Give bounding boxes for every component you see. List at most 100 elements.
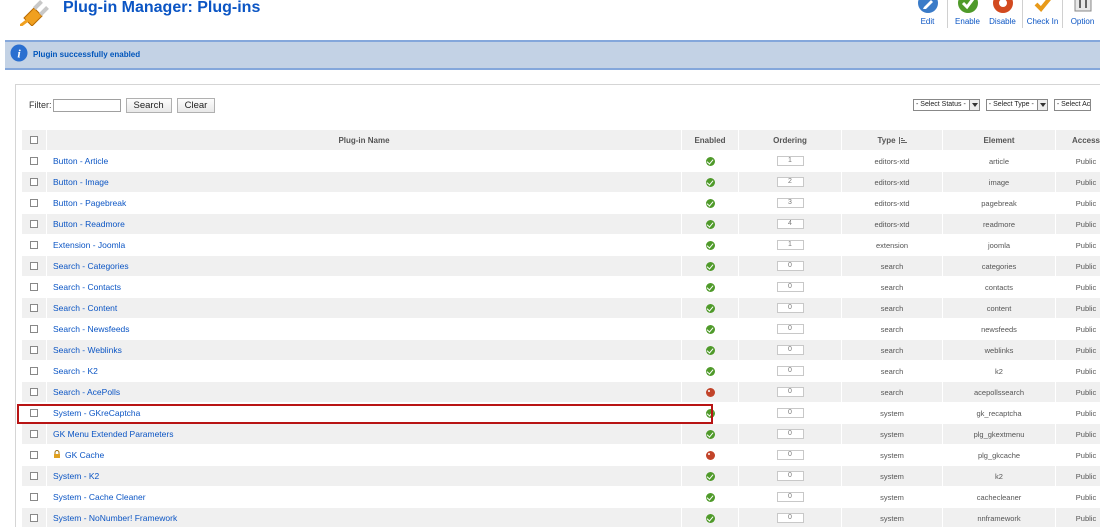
disable-button[interactable]: Disable — [985, 0, 1020, 30]
column-header-ordering[interactable]: Ordering — [739, 130, 841, 150]
check-in-button[interactable]: Check In — [1025, 0, 1060, 30]
search-button[interactable]: Search — [125, 97, 172, 113]
row-checkbox[interactable] — [30, 430, 38, 438]
row-checkbox[interactable] — [30, 220, 38, 228]
row-checkbox[interactable] — [30, 178, 38, 186]
row-checkbox[interactable] — [30, 493, 38, 501]
enabled-check-icon[interactable] — [705, 366, 715, 376]
plugin-name-link[interactable]: GK Cache — [65, 450, 104, 460]
access-cell[interactable]: Public — [1056, 403, 1100, 423]
select-status[interactable]: - Select Status - — [913, 99, 980, 111]
ordering-input[interactable]: 0 — [776, 282, 804, 292]
column-header-enabled[interactable]: Enabled — [682, 130, 738, 150]
ordering-input[interactable]: 0 — [776, 324, 804, 334]
ordering-input[interactable]: 1 — [776, 156, 804, 166]
access-cell[interactable]: Public — [1056, 151, 1100, 171]
plugin-name-link[interactable]: Search - Newsfeeds — [53, 324, 130, 334]
access-cell[interactable]: Public — [1056, 508, 1100, 527]
enabled-check-icon[interactable] — [705, 345, 715, 355]
row-checkbox[interactable] — [30, 325, 38, 333]
ordering-input[interactable]: 0 — [776, 408, 804, 418]
clear-button[interactable]: Clear — [176, 97, 216, 113]
plugin-name-link[interactable]: Button - Article — [53, 156, 108, 166]
enabled-check-icon[interactable] — [705, 471, 715, 481]
access-cell[interactable]: Public — [1056, 298, 1100, 318]
column-header-element[interactable]: Element — [943, 130, 1055, 150]
access-cell[interactable]: Public — [1056, 487, 1100, 507]
ordering-input[interactable]: 0 — [776, 471, 804, 481]
ordering-input[interactable]: 3 — [776, 198, 804, 208]
plugin-name-link[interactable]: System - K2 — [53, 471, 99, 481]
enabled-check-icon[interactable] — [705, 429, 715, 439]
plugin-name-link[interactable]: Button - Image — [53, 177, 109, 187]
access-cell[interactable]: Public — [1056, 382, 1100, 402]
access-cell[interactable]: Public — [1056, 193, 1100, 213]
access-cell[interactable]: Public — [1056, 466, 1100, 486]
row-checkbox[interactable] — [30, 388, 38, 396]
enabled-check-icon[interactable] — [705, 492, 715, 502]
ordering-input[interactable]: 1 — [776, 240, 804, 250]
ordering-input[interactable]: 0 — [776, 303, 804, 313]
plugin-name-link[interactable]: Search - AcePolls — [53, 387, 120, 397]
ordering-input[interactable]: 0 — [776, 366, 804, 376]
edit-button[interactable]: Edit — [910, 0, 945, 30]
plugin-name-link[interactable]: System - NoNumber! Framework — [53, 513, 177, 523]
ordering-input[interactable]: 0 — [776, 345, 804, 355]
disabled-icon[interactable] — [705, 450, 715, 460]
access-cell[interactable]: Public — [1056, 319, 1100, 339]
plugin-name-link[interactable]: Button - Readmore — [53, 219, 125, 229]
enabled-check-icon[interactable] — [705, 324, 715, 334]
ordering-input[interactable]: 0 — [776, 492, 804, 502]
enabled-check-icon[interactable] — [705, 198, 715, 208]
row-checkbox[interactable] — [30, 304, 38, 312]
ordering-input[interactable]: 4 — [776, 219, 804, 229]
row-checkbox[interactable] — [30, 283, 38, 291]
options-button[interactable]: Option — [1065, 0, 1100, 30]
ordering-input[interactable]: 2 — [776, 177, 804, 187]
access-cell[interactable]: Public — [1056, 214, 1100, 234]
access-cell[interactable]: Public — [1056, 235, 1100, 255]
access-cell[interactable]: Public — [1056, 361, 1100, 381]
enabled-check-icon[interactable] — [705, 513, 715, 523]
enabled-check-icon[interactable] — [705, 261, 715, 271]
row-checkbox[interactable] — [30, 409, 38, 417]
row-checkbox[interactable] — [30, 199, 38, 207]
disabled-icon[interactable] — [705, 387, 715, 397]
enabled-check-icon[interactable] — [705, 240, 715, 250]
ordering-input[interactable]: 0 — [776, 429, 804, 439]
ordering-input[interactable]: 0 — [776, 513, 804, 523]
plugin-name-link[interactable]: Search - Contacts — [53, 282, 121, 292]
access-cell[interactable]: Public — [1056, 445, 1100, 465]
enabled-check-icon[interactable] — [705, 303, 715, 313]
access-cell[interactable]: Public — [1056, 256, 1100, 276]
row-checkbox[interactable] — [30, 241, 38, 249]
select-access[interactable]: - Select Ac — [1053, 99, 1092, 111]
row-checkbox[interactable] — [30, 367, 38, 375]
enabled-check-icon[interactable] — [705, 156, 715, 166]
ordering-input[interactable]: 0 — [776, 261, 804, 271]
access-cell[interactable]: Public — [1056, 340, 1100, 360]
plugin-name-link[interactable]: Search - Categories — [53, 261, 129, 271]
access-cell[interactable]: Public — [1056, 424, 1100, 444]
enabled-check-icon[interactable] — [705, 177, 715, 187]
plugin-name-link[interactable]: Search - K2 — [53, 366, 98, 376]
column-header-access[interactable]: Access — [1056, 130, 1100, 150]
filter-input[interactable] — [52, 98, 121, 112]
ordering-input[interactable]: 0 — [776, 450, 804, 460]
column-header-type[interactable]: Type — [842, 130, 942, 150]
row-checkbox[interactable] — [30, 451, 38, 459]
enable-button[interactable]: Enable — [950, 0, 985, 30]
ordering-input[interactable]: 0 — [776, 387, 804, 397]
enabled-check-icon[interactable] — [705, 282, 715, 292]
plugin-name-link[interactable]: GK Menu Extended Parameters — [53, 429, 173, 439]
row-checkbox[interactable] — [30, 346, 38, 354]
access-cell[interactable]: Public — [1056, 277, 1100, 297]
enabled-check-icon[interactable] — [705, 219, 715, 229]
plugin-name-link[interactable]: Button - Pagebreak — [53, 198, 126, 208]
row-checkbox[interactable] — [30, 472, 38, 480]
plugin-name-link[interactable]: System - Cache Cleaner — [53, 492, 146, 502]
plugin-name-link[interactable]: System - GKreCaptcha — [53, 408, 140, 418]
plugin-name-link[interactable]: Search - Weblinks — [53, 345, 122, 355]
plugin-name-link[interactable]: Extension - Joomla — [53, 240, 125, 250]
row-checkbox[interactable] — [30, 157, 38, 165]
